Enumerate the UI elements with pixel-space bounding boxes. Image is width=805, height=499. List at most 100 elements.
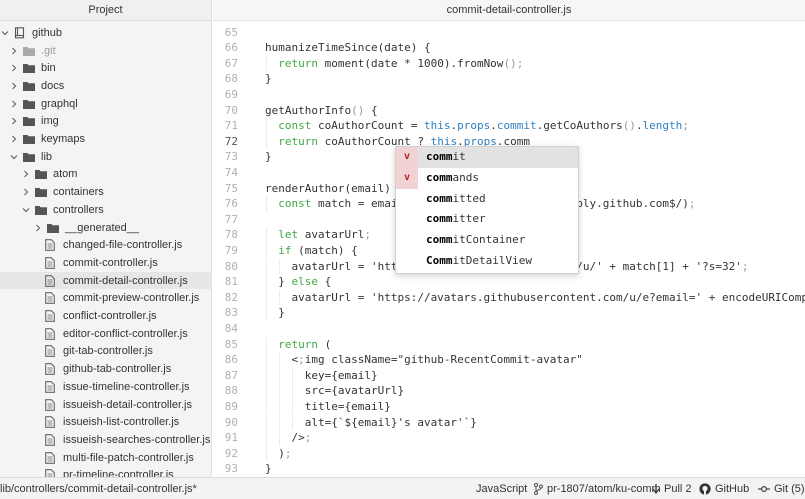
indent-guide (279, 367, 281, 384)
tree-item[interactable]: issueish-list-controller.js (0, 413, 211, 431)
indent-guide (266, 398, 267, 415)
chevron-right-icon[interactable] (9, 116, 19, 126)
chevron-right-icon[interactable] (9, 134, 19, 144)
code-line[interactable]: <;img className="github-RecentCommit-ava… (265, 352, 582, 368)
tree-item[interactable]: .git (0, 42, 211, 60)
code-line[interactable]: alt={`${email}'s avatar'`} (265, 415, 477, 431)
status-git-button[interactable]: Git (5) (758, 478, 805, 499)
file-icon (45, 345, 57, 358)
tree-item[interactable]: issue-timeline-controller.js (0, 378, 211, 396)
chevron-down-icon[interactable] (21, 205, 31, 215)
tree-item-label: issue-timeline-controller.js (63, 380, 190, 393)
autocomplete-item[interactable]: comm itter (396, 209, 578, 230)
folder-icon (47, 222, 59, 233)
chevron-right-icon[interactable] (9, 63, 19, 73)
chevron-right-icon[interactable] (9, 81, 19, 91)
indent-guide (279, 383, 281, 399)
autocomplete-item[interactable]: v comm ands (396, 167, 578, 189)
line-number: 69 (224, 87, 238, 101)
tree-item[interactable]: keymaps (0, 130, 211, 148)
tree-item[interactable]: bin (0, 59, 211, 77)
tree-item[interactable]: github-tab-controller.js (0, 360, 211, 378)
tree-item[interactable]: commit-detail-controller.js (0, 271, 211, 290)
line-number: 65 (224, 25, 238, 39)
code-line[interactable]: src={avatarUrl} (265, 383, 404, 399)
tree-item[interactable]: issueish-searches-controller.js (0, 431, 211, 449)
code-line[interactable]: renderAuthor(email) { (265, 181, 404, 197)
chevron-right-icon[interactable] (9, 46, 19, 56)
code-line[interactable]: return ( (265, 337, 331, 353)
line-number: 78 (224, 228, 238, 242)
status-grammar[interactable]: JavaScript (476, 478, 527, 499)
code-line[interactable]: return moment(date * 1000).fromNow(); (265, 56, 523, 72)
chevron-down-icon[interactable] (0, 28, 10, 38)
code-line[interactable]: />; (265, 430, 311, 446)
editor-tab-title[interactable]: commit-detail-controller.js (213, 0, 805, 21)
code-line[interactable]: } (265, 71, 272, 87)
tree-item-label: lib (41, 150, 53, 163)
code-line[interactable]: } (265, 461, 272, 477)
autocomplete-match: comm (426, 191, 453, 205)
tree-item[interactable]: commit-controller.js (0, 254, 211, 272)
tree-item-label: git-tab-controller.js (63, 345, 153, 358)
tree-item[interactable]: containers (0, 183, 211, 201)
tree-item-label: bin (41, 62, 56, 75)
folder-icon (23, 63, 35, 74)
tree-item[interactable]: graphql (0, 95, 211, 113)
status-file-path[interactable]: lib/controllers/commit-detail-controller… (0, 478, 197, 499)
tree-item[interactable]: controllers (0, 201, 211, 219)
code-line[interactable]: } (265, 305, 285, 321)
chevron-right-icon[interactable] (21, 169, 31, 179)
tree-item[interactable]: github (0, 24, 211, 42)
tree-item[interactable]: multi-file-patch-controller.js (0, 449, 211, 467)
code-line[interactable]: const coAuthorCount = this.props.commit.… (265, 118, 689, 134)
status-github-button[interactable]: GitHub (699, 478, 749, 499)
autocomplete-item[interactable]: Comm itDetailView (396, 251, 578, 272)
code-line[interactable]: title={email} (265, 399, 391, 415)
code-line[interactable]: humanizeTimeSince(date) { (265, 40, 431, 56)
tree-item[interactable]: pr-timeline-controller.js (0, 467, 211, 477)
tree-item[interactable]: __generated__ (0, 219, 211, 237)
tree-item[interactable]: img (0, 113, 211, 131)
file-icon (45, 257, 57, 269)
chevron-right-icon[interactable] (9, 99, 19, 109)
status-branch[interactable]: pr-1807/atom/ku-comm (534, 478, 661, 499)
autocomplete-item[interactable]: v comm it (396, 147, 578, 168)
code-line[interactable]: } else { (265, 274, 331, 290)
indent-guide (266, 336, 267, 353)
indent-guide (266, 445, 267, 462)
code-line[interactable]: if (match) { (265, 243, 357, 259)
code-line[interactable]: ); (265, 446, 291, 462)
tree-item[interactable]: docs (0, 77, 211, 95)
tree-item[interactable]: issueish-detail-controller.js (0, 396, 211, 414)
tree-item[interactable]: editor-conflict-controller.js (0, 325, 211, 343)
line-number: 89 (224, 399, 238, 413)
grammar-text: JavaScript (476, 482, 528, 495)
tree-item[interactable]: atom (0, 166, 211, 184)
autocomplete-item[interactable]: comm itContainer (396, 230, 578, 251)
chevron-right-icon[interactable] (21, 187, 31, 197)
indent-guide (266, 414, 267, 431)
code-line[interactable]: avatarUrl = 'https://avatars.githubuserc… (265, 290, 805, 306)
code-line[interactable]: getAuthorInfo() { (265, 103, 378, 119)
tree-item[interactable]: lib (0, 148, 211, 166)
status-pull-button[interactable]: Pull 2 (652, 478, 692, 499)
code-line[interactable]: key={email} (265, 368, 378, 384)
variable-type-icon (396, 251, 418, 272)
indent-guide (266, 430, 267, 446)
tree-item[interactable]: commit-preview-controller.js (0, 290, 211, 308)
indent-guide (292, 383, 294, 399)
variable-type-icon: v (396, 167, 418, 189)
file-icon (45, 239, 57, 252)
line-number: 77 (224, 212, 238, 226)
code-line[interactable]: } (265, 149, 272, 165)
indent-guide (279, 398, 281, 415)
tree-item[interactable]: changed-file-controller.js (0, 236, 211, 254)
code-line[interactable]: let avatarUrl; (265, 227, 371, 243)
chevron-down-icon[interactable] (9, 152, 19, 162)
autocomplete-item[interactable]: comm itted (396, 189, 578, 210)
tree-item[interactable]: conflict-controller.js (0, 307, 211, 325)
chevron-right-icon[interactable] (33, 223, 43, 233)
tree-item[interactable]: git-tab-controller.js (0, 343, 211, 361)
tree-item-label: keymaps (41, 133, 86, 146)
